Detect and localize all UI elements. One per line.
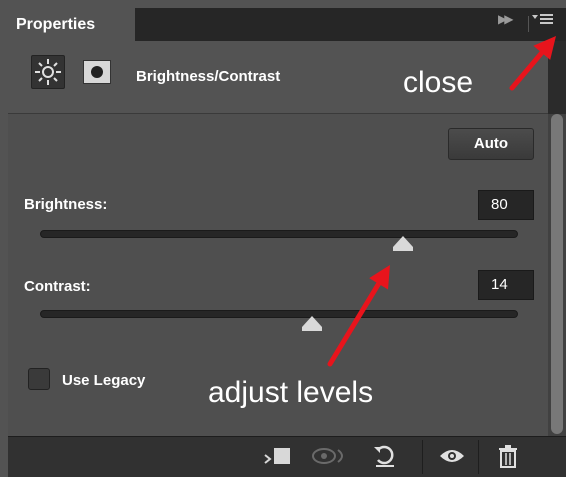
view-previous-state-icon[interactable] — [308, 441, 352, 471]
close-arrow-shaft — [509, 50, 545, 91]
adjust-arrow-shaft — [327, 281, 382, 367]
footer-divider — [478, 440, 479, 474]
footer-divider — [422, 440, 423, 474]
trash-icon[interactable] — [490, 441, 526, 471]
reset-icon[interactable] — [368, 441, 402, 471]
clip-to-layer-icon[interactable] — [260, 441, 296, 471]
visibility-eye-icon[interactable] — [434, 441, 470, 471]
annotation-arrows — [327, 36, 556, 367]
